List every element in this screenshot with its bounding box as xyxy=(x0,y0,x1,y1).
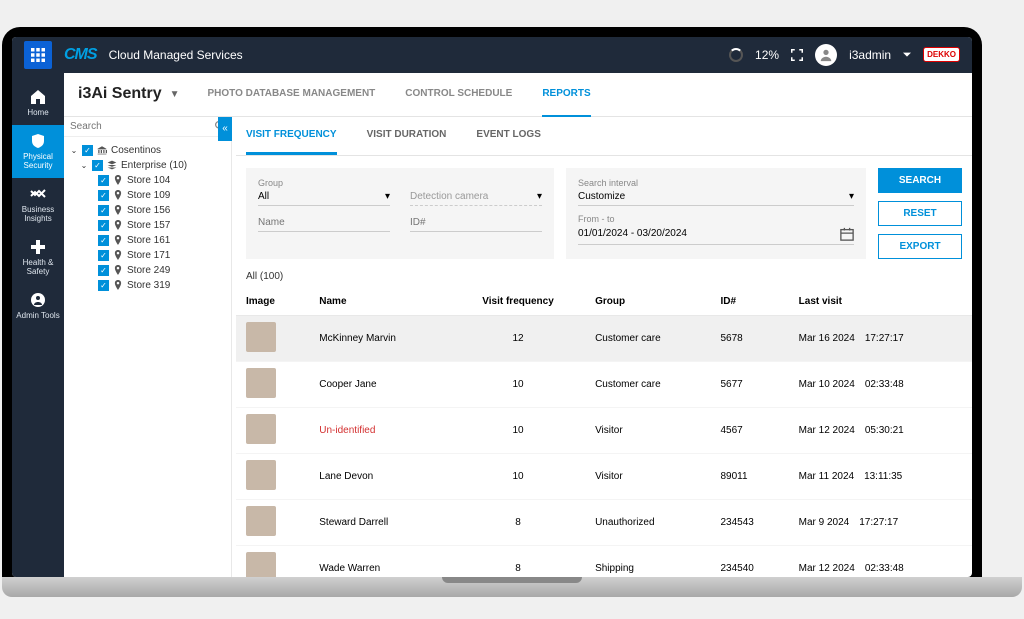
interval-select[interactable]: Customize▾ xyxy=(578,188,854,206)
brand-logo: CMS xyxy=(64,46,97,64)
name-input[interactable] xyxy=(258,214,390,232)
tree-store[interactable]: ✓Store 319 xyxy=(98,278,225,293)
apps-grid-icon[interactable] xyxy=(24,41,52,69)
chevron-down-icon[interactable] xyxy=(903,51,911,59)
table-row[interactable]: Cooper Jane10Customer care5677Mar 10 202… xyxy=(236,361,972,407)
camera-select[interactable]: Detection camera▾ xyxy=(410,188,542,206)
face-thumbnail xyxy=(246,506,276,536)
face-thumbnail xyxy=(246,460,276,490)
progress-pct: 12% xyxy=(755,48,779,62)
iconbar-physical-security[interactable]: Physical Security xyxy=(12,125,64,178)
iconbar-admin-tools[interactable]: Admin Tools xyxy=(12,284,64,328)
table-row[interactable]: Un-identified10Visitor4567Mar 12 202405:… xyxy=(236,407,972,453)
tree-store[interactable]: ✓Store 249 xyxy=(98,263,225,278)
subnav-photo-db[interactable]: PHOTO DATABASE MANAGEMENT xyxy=(208,73,376,117)
filter-card-right: Search interval Customize▾ From - to 01/… xyxy=(566,168,866,259)
result-count: All (100) xyxy=(236,271,972,288)
export-button[interactable]: EXPORT xyxy=(878,234,962,259)
filter-card-left: Group All▾ Detection camera▾ xyxy=(246,168,554,259)
topbar: CMS Cloud Managed Services 12% i3admin D… xyxy=(12,37,972,73)
iconbar: Home Physical Security Business Insights… xyxy=(12,73,64,577)
user-avatar[interactable] xyxy=(815,44,837,66)
tree-store[interactable]: ✓Store 171 xyxy=(98,248,225,263)
tab-event-logs[interactable]: EVENT LOGS xyxy=(476,117,540,155)
face-thumbnail xyxy=(246,322,276,352)
tree-store[interactable]: ✓Store 161 xyxy=(98,233,225,248)
subnav-control-schedule[interactable]: CONTROL SCHEDULE xyxy=(405,73,512,117)
collapse-handle[interactable]: « xyxy=(218,117,232,141)
search-button[interactable]: SEARCH xyxy=(878,168,962,193)
page-title: i3Ai Sentry xyxy=(78,85,162,103)
tab-visit-duration[interactable]: VISIT DURATION xyxy=(367,117,447,155)
fullscreen-icon[interactable] xyxy=(791,49,803,61)
table-row[interactable]: Lane Devon10Visitor89011Mar 11 202413:11… xyxy=(236,453,972,499)
subheader: i3Ai Sentry ▼ PHOTO DATABASE MANAGEMENT … xyxy=(64,73,972,117)
sync-progress-icon xyxy=(729,48,743,62)
tree-group[interactable]: ⌄✓ Enterprise (10) xyxy=(80,158,225,173)
tree-store[interactable]: ✓Store 156 xyxy=(98,203,225,218)
face-thumbnail xyxy=(246,414,276,444)
username[interactable]: i3admin xyxy=(849,48,891,62)
iconbar-home[interactable]: Home xyxy=(12,81,64,125)
face-thumbnail xyxy=(246,552,276,577)
table-row[interactable]: Steward Darrell8Unauthorized234543Mar 9 … xyxy=(236,499,972,545)
iconbar-health-safety[interactable]: Health & Safety xyxy=(12,231,64,284)
subnav-reports[interactable]: REPORTS xyxy=(542,73,590,117)
tree-store[interactable]: ✓Store 104 xyxy=(98,173,225,188)
chevron-down-icon[interactable]: ▼ xyxy=(170,89,180,100)
results-table: Image Name Visit frequency Group ID# Las… xyxy=(236,288,972,577)
tree-root[interactable]: ⌄✓ Cosentinos xyxy=(70,143,225,158)
group-select[interactable]: All▾ xyxy=(258,188,390,206)
tree-store[interactable]: ✓Store 109 xyxy=(98,188,225,203)
tree-store[interactable]: ✓Store 157 xyxy=(98,218,225,233)
brand-subtitle: Cloud Managed Services xyxy=(109,48,243,62)
tab-visit-frequency[interactable]: VISIT FREQUENCY xyxy=(246,117,337,155)
date-range-input[interactable]: 01/01/2024 - 03/20/2024 xyxy=(578,224,854,245)
id-input[interactable] xyxy=(410,214,542,232)
reset-button[interactable]: RESET xyxy=(878,201,962,226)
calendar-icon xyxy=(840,227,854,241)
face-thumbnail xyxy=(246,368,276,398)
table-row[interactable]: Wade Warren8Shipping234540Mar 12 202402:… xyxy=(236,545,972,577)
tree-panel: « ⌄✓ Cosentinos ⌄✓ xyxy=(64,117,232,577)
dekko-badge[interactable]: DEKKO xyxy=(923,47,960,62)
tree-search-input[interactable] xyxy=(70,121,215,132)
iconbar-business-insights[interactable]: Business Insights xyxy=(12,178,64,231)
table-row[interactable]: McKinney Marvin12Customer care5678Mar 16… xyxy=(236,315,972,361)
